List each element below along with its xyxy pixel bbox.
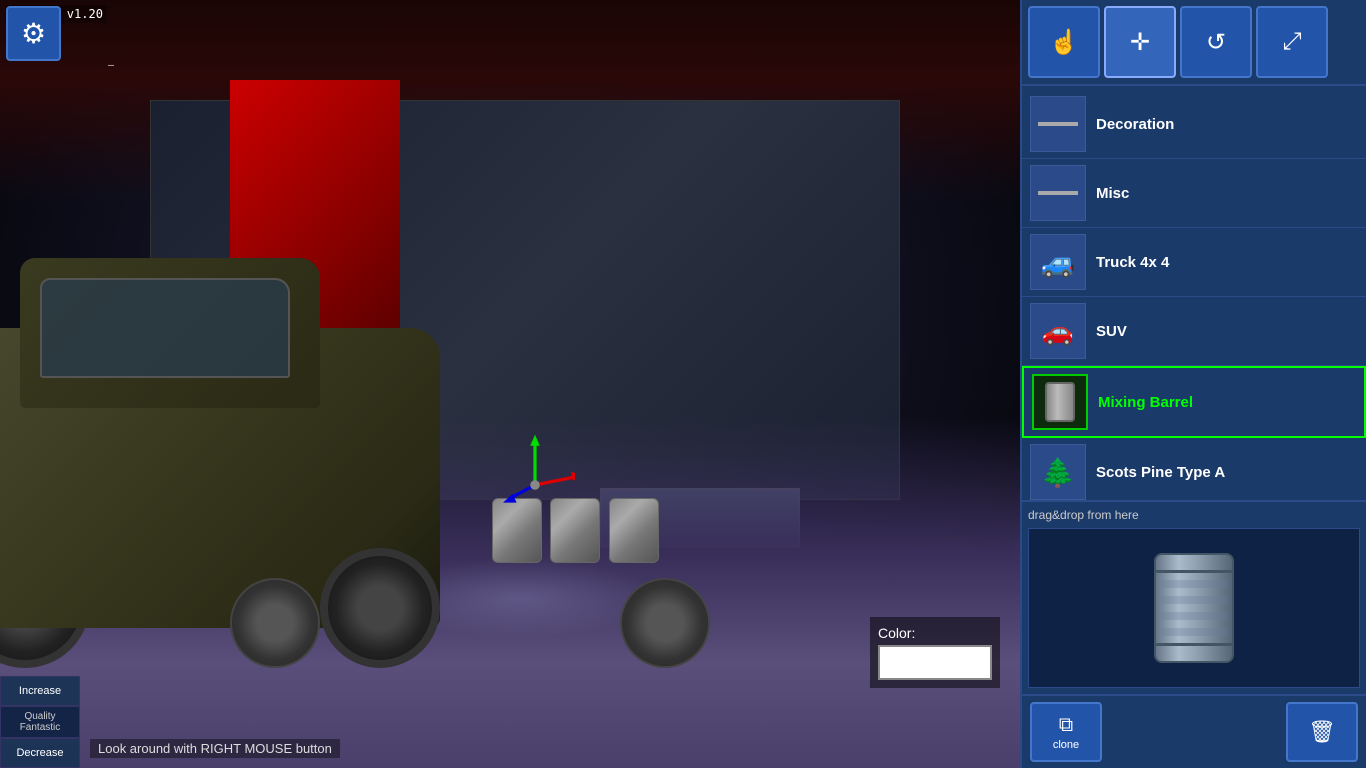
preview-barrel [1154,553,1234,663]
suv-vehicle [0,218,460,668]
list-item-decoration[interactable]: Decoration [1022,90,1366,159]
quality-indicator: Quality Fantastic [0,706,80,738]
move-icon: ✛ [1130,28,1150,57]
decoration-icon [1030,96,1086,152]
decoration-icon-line [1038,122,1078,126]
preview-section: drag&drop from here [1022,500,1366,694]
suv-icon: 🚗 [1030,303,1086,359]
delete-button[interactable]: 🗑 [1286,702,1358,762]
rotate-icon: ↺ [1206,28,1226,57]
suv-wheel-front [320,548,440,668]
preview-barrel-stripe [1161,580,1227,636]
suv-icon-glyph: 🚗 [1042,316,1074,347]
pointer-tool-button[interactable]: ☝ [1028,6,1100,78]
scale-tool-button[interactable]: ⤢ [1256,6,1328,78]
tree-icon-glyph: 🌲 [1041,456,1076,489]
color-panel: Color: [870,617,1000,688]
preview-label: drag&drop from here [1028,508,1360,522]
joystick-right[interactable] [620,578,710,668]
list-item-scots-pine[interactable]: 🌲 Scots Pine Type A [1022,438,1366,500]
joystick-left[interactable] [230,578,320,668]
toolbar: ☝ ✛ ↺ ⤢ [1022,0,1366,86]
delete-icon: 🗑 [1308,719,1336,745]
list-item-mixing-barrel[interactable]: Mixing Barrel [1022,366,1366,438]
clone-icon: ⧉ [1059,714,1073,737]
transform-gizmo [495,433,575,513]
clone-label: clone [1053,739,1079,751]
decrease-button[interactable]: Decrease [0,738,80,768]
suv-window [40,278,290,378]
scale-icon: ⤢ [1282,28,1301,56]
barrel-icon-shape [1045,382,1075,422]
list-item-misc[interactable]: Misc [1022,159,1366,228]
scots-pine-label: Scots Pine Type A [1096,464,1225,481]
mixing-barrel-icon [1032,374,1088,430]
3d-viewport[interactable]: FPS: 59 v1.20 ⚙ — Color: Look around wit… [0,0,1020,768]
misc-icon [1030,165,1086,221]
truck4x4-icon: 🚙 [1030,234,1086,290]
crosshair-indicator: — [108,60,114,71]
items-list[interactable]: Decoration Misc 🚙 Truck 4x 4 🚗 SUV [1022,86,1366,500]
list-item-suv[interactable]: 🚗 SUV [1022,297,1366,366]
misc-icon-line [1038,191,1078,195]
increase-button[interactable]: Increase [0,676,80,706]
settings-button[interactable]: ⚙ [6,6,61,61]
move-tool-button[interactable]: ✛ [1104,6,1176,78]
quality-line1: Quality [5,711,75,722]
scots-pine-icon: 🌲 [1030,444,1086,500]
clone-button[interactable]: ⧉ clone [1030,702,1102,762]
hud-panel: Increase Quality Fantastic Decrease [0,676,80,768]
quality-line2: Fantastic [5,722,75,733]
bottom-hint: Look around with RIGHT MOUSE button [90,739,340,758]
mixing-barrel-label: Mixing Barrel [1098,394,1193,411]
preview-box [1028,528,1360,688]
suv-label: SUV [1096,323,1127,340]
list-item-truck4x4[interactable]: 🚙 Truck 4x 4 [1022,228,1366,297]
truck-icon-glyph: 🚙 [1041,246,1076,279]
truck4x4-label: Truck 4x 4 [1096,254,1169,271]
misc-label: Misc [1096,185,1129,202]
pointer-icon: ☝ [1049,28,1079,57]
rotate-tool-button[interactable]: ↺ [1180,6,1252,78]
color-label: Color: [878,625,992,641]
bottom-actions: ⧉ clone 🗑 [1022,694,1366,768]
color-box[interactable] [878,645,992,680]
right-panel: ☝ ✛ ↺ ⤢ Decoration Misc [1020,0,1366,768]
barrel-scene-3 [609,498,659,563]
decoration-label: Decoration [1096,116,1174,133]
